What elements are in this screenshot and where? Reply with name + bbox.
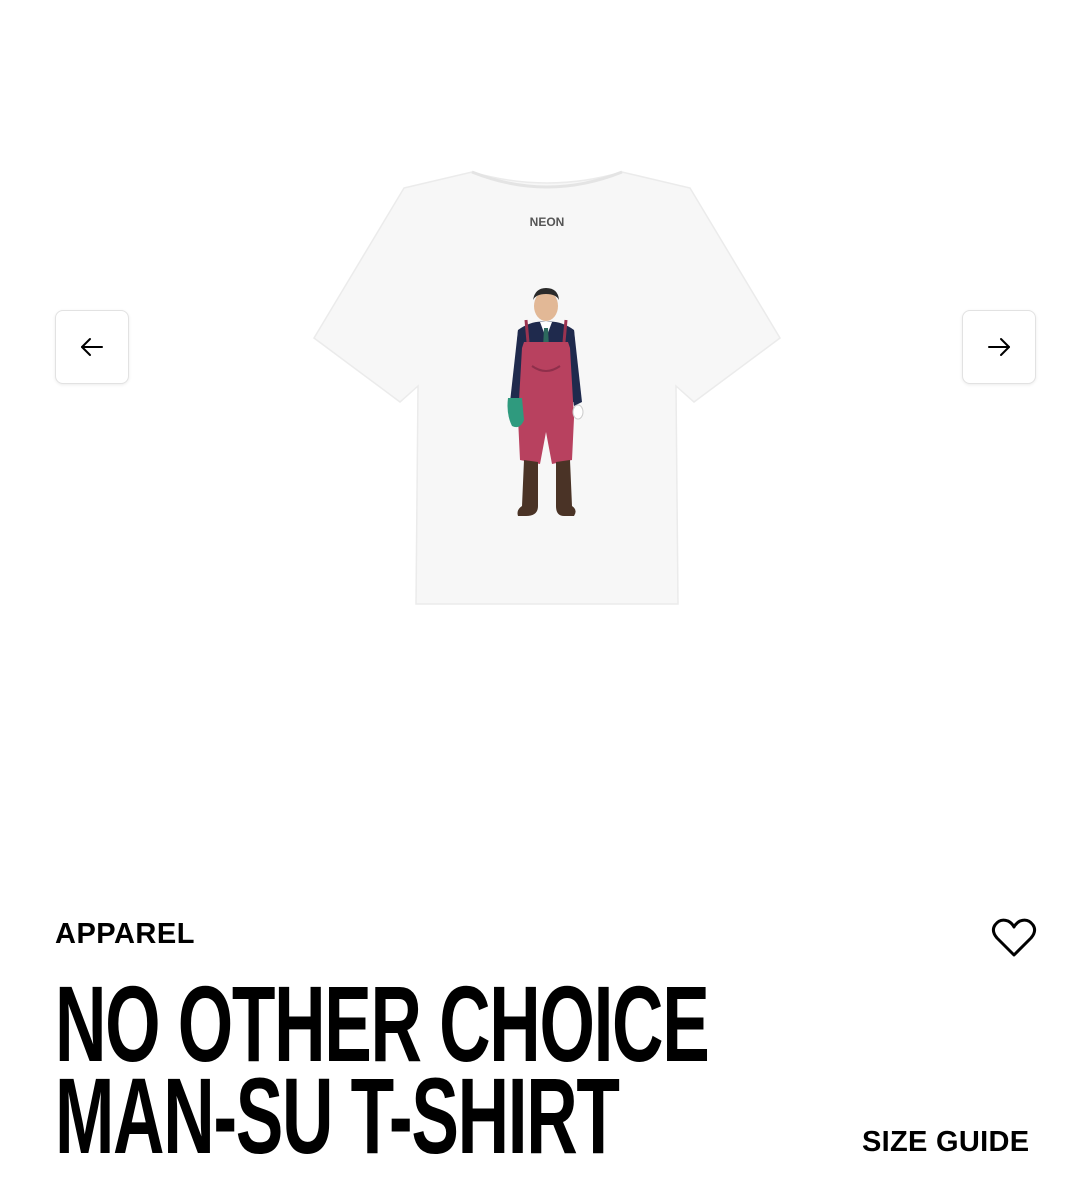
neck-label-text: NEON (530, 215, 565, 229)
product-image-t-shirt: NEON (313, 170, 781, 605)
arrow-right-icon (988, 338, 1010, 356)
product-gallery: NEON (0, 0, 1091, 880)
next-image-button[interactable] (962, 310, 1036, 384)
product-category: APPAREL (55, 918, 195, 950)
previous-image-button[interactable] (55, 310, 129, 384)
size-guide-link[interactable]: SIZE GUIDE (862, 1126, 1029, 1159)
arrow-left-icon (81, 338, 103, 356)
product-title-line-2: MAN-SU T-SHIRT (55, 1055, 620, 1176)
heart-icon (991, 918, 1037, 957)
wishlist-button[interactable] (991, 917, 1037, 959)
product-title: NO OTHER CHOICE MAN-SU T-SHIRT (55, 970, 710, 1176)
